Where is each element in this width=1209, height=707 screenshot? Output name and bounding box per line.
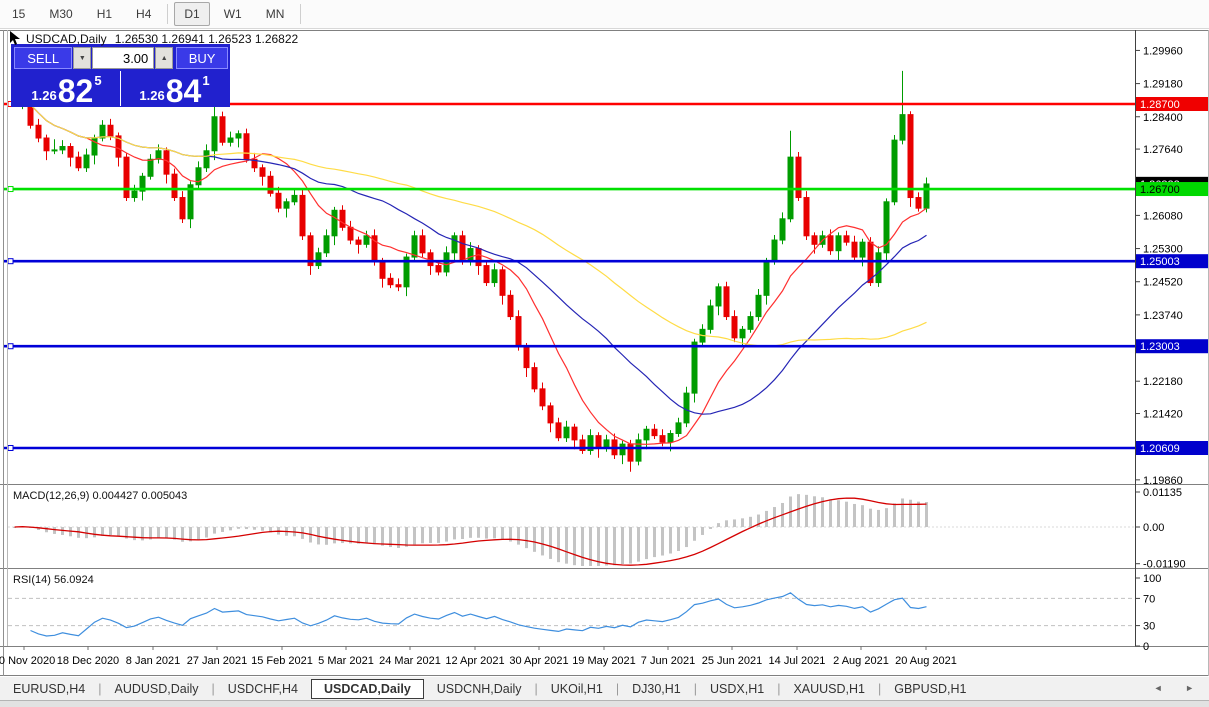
svg-text:15 Feb 2021: 15 Feb 2021 — [251, 655, 313, 667]
chevron-down-icon: ▼ — [78, 54, 86, 62]
svg-text:100: 100 — [1143, 573, 1161, 585]
one-click-trading-widget: SELL ▼ ▲ BUY 1.26 82 5 1.26 84 1 — [11, 44, 230, 107]
svg-text:30 Nov 2020: 30 Nov 2020 — [0, 655, 55, 667]
svg-text:14 Jul 2021: 14 Jul 2021 — [769, 655, 826, 667]
volume-input[interactable] — [92, 47, 155, 69]
tab-usdcad-daily[interactable]: USDCAD,Daily — [310, 678, 424, 699]
svg-text:1.19860: 1.19860 — [1143, 475, 1183, 487]
macd-indicator-label: MACD(12,26,9) 0.004427 0.005043 — [13, 490, 188, 502]
sell-price-big: 82 — [57, 72, 94, 109]
timeframe-button-W1[interactable]: W1 — [214, 2, 252, 26]
svg-text:1.22180: 1.22180 — [1143, 376, 1183, 388]
timeframe-button-H4[interactable]: H4 — [126, 2, 161, 26]
timeframe-button-15[interactable]: 15 — [2, 2, 35, 26]
timeframe-button-H1[interactable]: H1 — [87, 2, 122, 26]
buy-button[interactable]: BUY — [176, 47, 228, 69]
panel-frame — [0, 30, 1209, 676]
tab-xauusd-h1[interactable]: XAUUSD,H1 — [780, 679, 878, 699]
timeframe-button-D1[interactable]: D1 — [174, 2, 210, 26]
timeframe-button-MN[interactable]: MN — [256, 2, 295, 26]
chart-symbol-label: USDCAD,Daily — [26, 32, 107, 46]
svg-text:30 Apr 2021: 30 Apr 2021 — [509, 655, 568, 667]
svg-text:1.28700: 1.28700 — [1140, 99, 1180, 111]
timeframe-button-M30[interactable]: M30 — [39, 2, 82, 26]
tab-ukoil-h1[interactable]: UKOil,H1 — [538, 679, 616, 699]
candlesticks — [11, 70, 930, 472]
buy-price-big: 84 — [165, 72, 202, 109]
svg-text:19 May 2021: 19 May 2021 — [572, 655, 636, 667]
svg-text:7 Jun 2021: 7 Jun 2021 — [641, 655, 695, 667]
svg-text:1.26700: 1.26700 — [1140, 184, 1180, 196]
buy-price-sup: 1 — [202, 73, 210, 88]
tab-gbpusd-h1[interactable]: GBPUSD,H1 — [881, 679, 979, 699]
svg-text:30: 30 — [1143, 621, 1155, 633]
rsi-indicator-label: RSI(14) 56.0924 — [13, 574, 94, 586]
svg-text:1.20609: 1.20609 — [1140, 443, 1180, 455]
svg-text:18 Dec 2020: 18 Dec 2020 — [57, 655, 119, 667]
sell-price-sup: 5 — [94, 73, 102, 88]
sell-price-prefix: 1.26 — [31, 88, 57, 103]
svg-text:1.23003: 1.23003 — [1140, 341, 1180, 353]
toolbar-separator — [167, 4, 169, 24]
tab-scroll-arrows[interactable]: ◄ ► — [1154, 683, 1204, 693]
svg-text:1.27640: 1.27640 — [1143, 144, 1183, 156]
toolbar-separator — [300, 4, 302, 24]
svg-text:-0.01190: -0.01190 — [1143, 559, 1186, 571]
timeframe-toolbar: 15 M30 H1 H4 D1 W1 MN — [0, 0, 1209, 29]
buy-price-prefix: 1.26 — [139, 88, 165, 103]
svg-text:1.25003: 1.25003 — [1140, 256, 1180, 268]
mt4-window: 15 M30 H1 H4 D1 W1 MN 1.29960 1.29180 1.28400 1.2… — [0, 0, 1209, 707]
svg-text:20 Aug 2021: 20 Aug 2021 — [895, 655, 957, 667]
svg-text:1.28400: 1.28400 — [1143, 112, 1183, 124]
svg-text:5 Mar 2021: 5 Mar 2021 — [318, 655, 374, 667]
svg-text:2 Aug 2021: 2 Aug 2021 — [833, 655, 889, 667]
volume-increase-button[interactable]: ▲ — [155, 47, 174, 69]
chart-ohlc-values: 1.26530 1.26941 1.26523 1.26822 — [114, 32, 299, 46]
macd-histogram — [13, 494, 928, 566]
tab-eurusd-h4[interactable]: EURUSD,H4 — [0, 679, 98, 699]
svg-text:24 Mar 2021: 24 Mar 2021 — [379, 655, 441, 667]
price-chart[interactable]: 1.29960 1.29180 1.28400 1.27640 1.26080 1.253… — [0, 30, 1209, 676]
tab-audusd-daily[interactable]: AUDUSD,Daily — [102, 679, 212, 699]
svg-text:25 Jun 2021: 25 Jun 2021 — [702, 655, 763, 667]
volume-decrease-button[interactable]: ▼ — [73, 47, 92, 69]
tab-usdx-h1[interactable]: USDX,H1 — [697, 679, 777, 699]
tab-usdcnh-daily[interactable]: USDCNH,Daily — [424, 679, 535, 699]
svg-text:70: 70 — [1143, 593, 1155, 605]
chevron-up-icon: ▲ — [160, 54, 168, 62]
svg-text:1.29180: 1.29180 — [1143, 79, 1183, 91]
svg-text:1.24520: 1.24520 — [1143, 277, 1183, 289]
svg-text:0: 0 — [1143, 641, 1149, 653]
chart-title: USDCAD,Daily 1.26530 1.26941 1.26523 1.26… — [26, 32, 298, 46]
bottom-strip — [0, 700, 1209, 707]
svg-text:12 Apr 2021: 12 Apr 2021 — [445, 655, 504, 667]
svg-text:1.21420: 1.21420 — [1143, 409, 1183, 421]
svg-text:0.00: 0.00 — [1143, 522, 1164, 534]
tab-dj30-h1[interactable]: DJ30,H1 — [619, 679, 694, 699]
svg-text:1.25300: 1.25300 — [1143, 244, 1183, 256]
sell-price[interactable]: 1.26 82 5 — [13, 71, 121, 109]
date-axis: 30 Nov 202018 Dec 2020 8 Jan 2021 27 Jan 2… — [0, 646, 957, 667]
svg-text:0.01135: 0.01135 — [1143, 487, 1182, 499]
buy-price[interactable]: 1.26 84 1 — [121, 71, 228, 109]
chart-tabs-bar: EURUSD,H4 | AUDUSD,Daily | USDCHF,H4 USDCAD,D… — [0, 677, 1209, 700]
svg-text:1.29960: 1.29960 — [1143, 45, 1183, 57]
svg-text:27 Jan 2021: 27 Jan 2021 — [187, 655, 248, 667]
svg-text:1.26080: 1.26080 — [1143, 210, 1183, 222]
svg-text:1.23740: 1.23740 — [1143, 310, 1183, 322]
mouse-cursor-icon — [10, 31, 20, 45]
tab-usdchf-h4[interactable]: USDCHF,H4 — [215, 679, 311, 699]
indicator-guide-levels — [8, 526, 1135, 627]
sell-button[interactable]: SELL — [14, 47, 73, 69]
svg-text:8 Jan 2021: 8 Jan 2021 — [126, 655, 180, 667]
horizontal-level-lines — [3, 101, 1135, 452]
rsi-line — [30, 592, 927, 637]
